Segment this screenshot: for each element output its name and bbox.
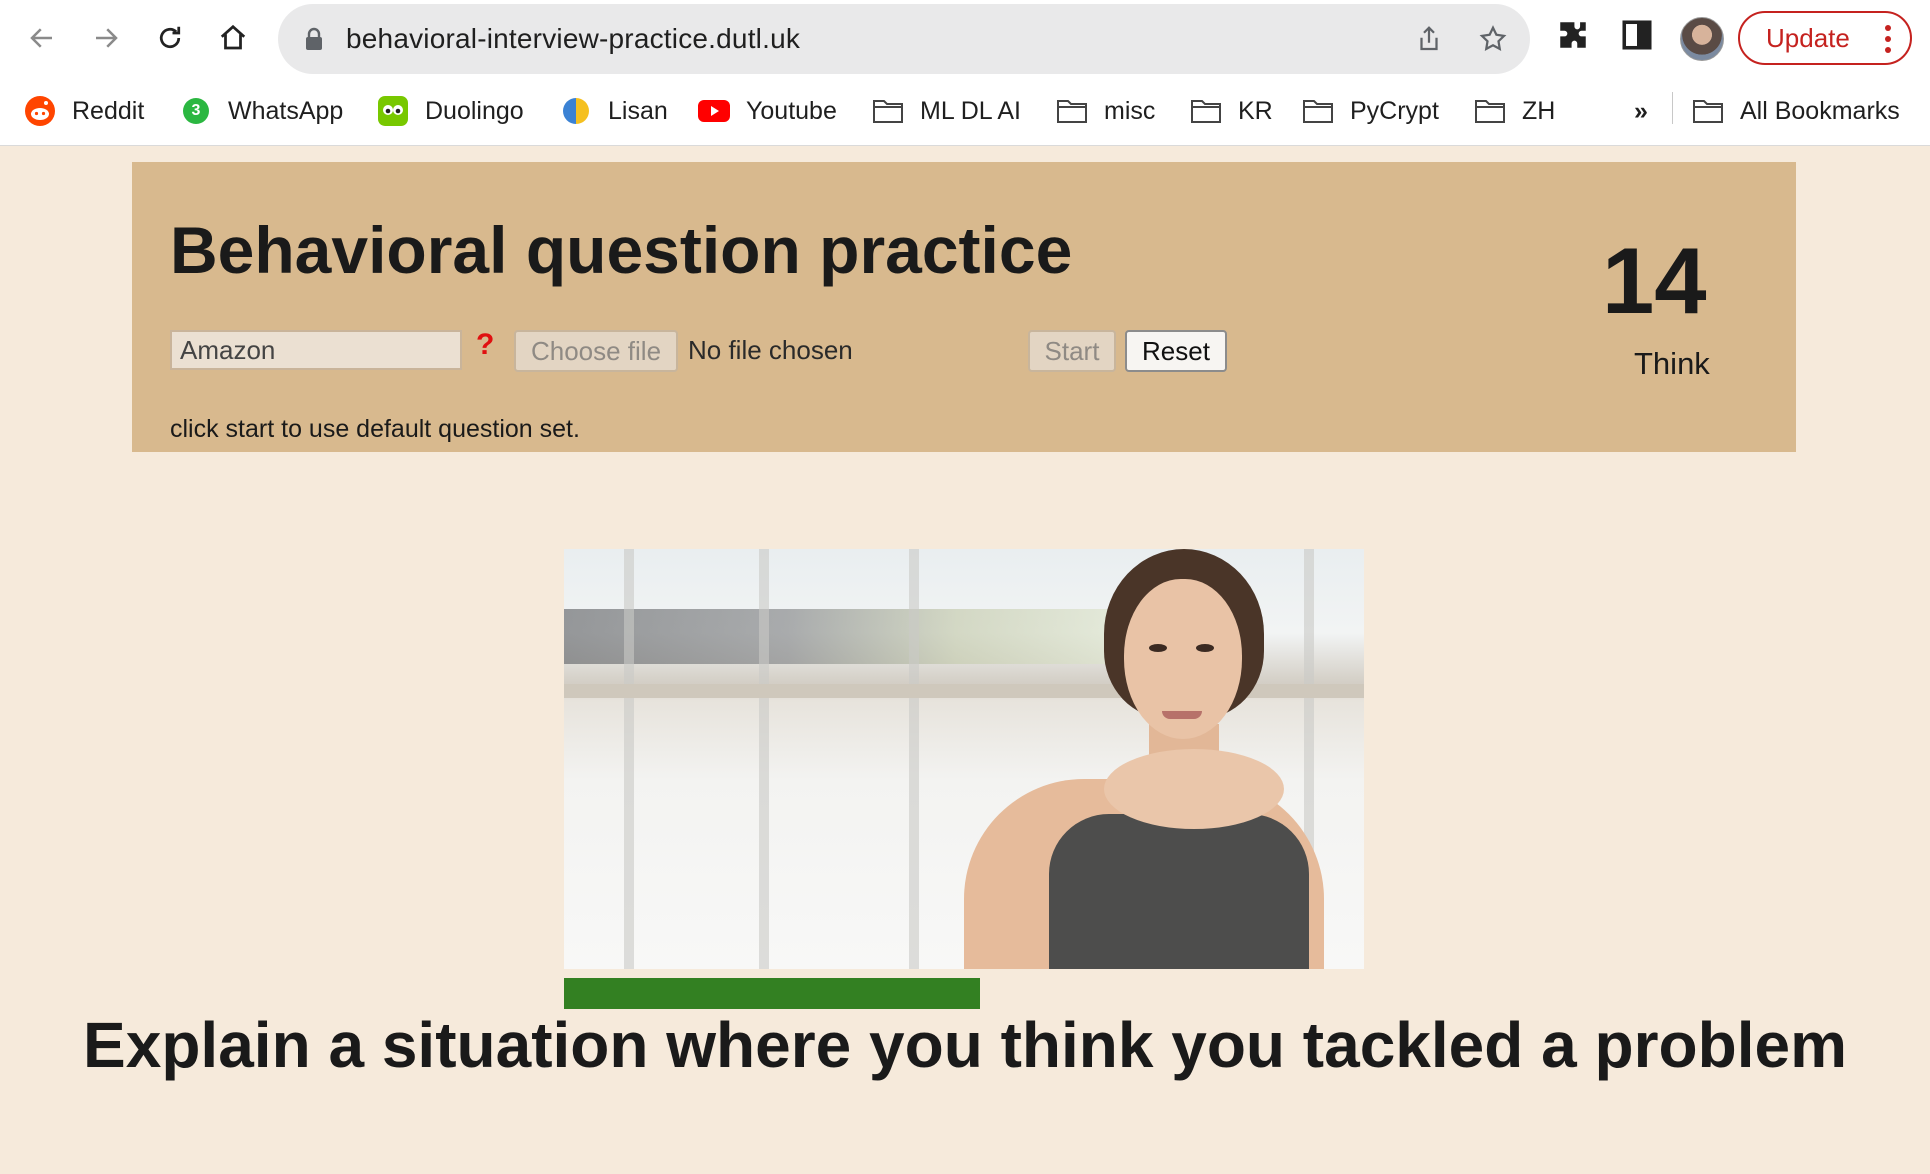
phase-label: Think <box>1634 346 1710 381</box>
bookmark-folder-kr[interactable]: KR <box>1190 91 1273 131</box>
reload-icon <box>159 26 181 49</box>
countdown-timer: 14 <box>1602 228 1707 333</box>
progress-bar <box>564 978 980 1009</box>
hint-text: click start to use default question set. <box>170 415 580 443</box>
bookmark-label: PyCrypt <box>1350 96 1439 125</box>
reddit-icon <box>24 95 56 127</box>
home-icon <box>220 24 246 50</box>
folder-icon <box>1692 95 1724 127</box>
more-menu-icon <box>1885 25 1891 53</box>
bookmark-label: KR <box>1238 96 1273 125</box>
question-text: Explain a situation where you think you … <box>83 1009 1847 1081</box>
home-button[interactable] <box>209 14 257 62</box>
folder-icon <box>872 95 904 127</box>
bookmark-folder-pycrypt[interactable]: PyCrypt <box>1302 91 1439 131</box>
star-icon[interactable] <box>1478 24 1508 54</box>
side-panel-icon[interactable] <box>1620 18 1654 52</box>
page-title: Behavioral question practice <box>170 213 1073 287</box>
bookmark-label: WhatsApp <box>228 96 344 125</box>
bookmark-lisan[interactable]: Lisan <box>560 91 668 131</box>
bookmark-label: Duolingo <box>425 96 524 125</box>
update-label: Update <box>1766 22 1850 53</box>
all-bookmarks-label: All Bookmarks <box>1740 96 1900 125</box>
bookmark-label: misc <box>1104 96 1156 125</box>
help-icon[interactable]: ? <box>476 328 494 362</box>
company-input[interactable] <box>170 330 462 370</box>
forward-button[interactable] <box>82 14 130 62</box>
arrow-left-icon <box>30 28 52 48</box>
address-bar[interactable]: behavioral-interview-practice.dutl.uk <box>278 4 1530 74</box>
bookmark-label: Lisan <box>608 96 668 125</box>
bookmark-label: ZH <box>1522 96 1556 125</box>
youtube-icon <box>698 95 730 127</box>
browser-toolbar: behavioral-interview-practice.dutl.uk Up… <box>0 0 1930 77</box>
whatsapp-icon: 3 <box>180 95 212 127</box>
extensions-icon[interactable] <box>1556 18 1590 52</box>
all-bookmarks-button[interactable]: All Bookmarks <box>1692 91 1900 131</box>
reset-button[interactable]: Reset <box>1125 330 1227 372</box>
bookmark-folder-misc[interactable]: misc <box>1056 91 1155 131</box>
folder-icon <box>1190 95 1222 127</box>
bookmarks-overflow-button[interactable]: » <box>1634 91 1648 131</box>
folder-icon <box>1056 95 1088 127</box>
lisan-icon <box>560 95 592 127</box>
choose-file-button[interactable]: Choose file <box>514 330 678 372</box>
bookmark-reddit[interactable]: Reddit <box>24 91 144 131</box>
share-icon[interactable] <box>1414 24 1444 54</box>
file-status-text: No file chosen <box>688 335 853 365</box>
reload-button[interactable] <box>146 14 194 62</box>
bookmark-whatsapp[interactable]: 3 WhatsApp <box>180 91 343 131</box>
url-text[interactable]: behavioral-interview-practice.dutl.uk <box>346 23 800 55</box>
folder-icon <box>1474 95 1506 127</box>
bookmark-label: ML DL AI <box>920 96 1021 125</box>
interviewer-photo <box>564 549 1364 969</box>
start-button[interactable]: Start <box>1028 330 1116 372</box>
lock-icon <box>306 27 322 50</box>
chevron-double-right-icon: » <box>1634 96 1648 125</box>
bookmark-duolingo[interactable]: Duolingo <box>377 91 524 131</box>
profile-avatar[interactable] <box>1680 17 1724 61</box>
back-button[interactable] <box>18 14 66 62</box>
whatsapp-badge: 3 <box>191 102 201 119</box>
folder-icon <box>1302 95 1334 127</box>
duolingo-icon <box>377 95 409 127</box>
bookmark-folder-ml-dl-ai[interactable]: ML DL AI <box>872 91 1021 131</box>
bookmark-label: Youtube <box>746 96 837 125</box>
bookmark-folder-zh[interactable]: ZH <box>1474 91 1555 131</box>
bookmark-label: Reddit <box>72 96 145 125</box>
arrow-right-icon <box>96 28 118 48</box>
update-button[interactable]: Update <box>1738 11 1912 65</box>
bookmark-youtube[interactable]: Youtube <box>698 91 837 131</box>
bookmarks-divider <box>1672 92 1673 124</box>
control-panel: Behavioral question practice ? Choose fi… <box>132 162 1796 452</box>
